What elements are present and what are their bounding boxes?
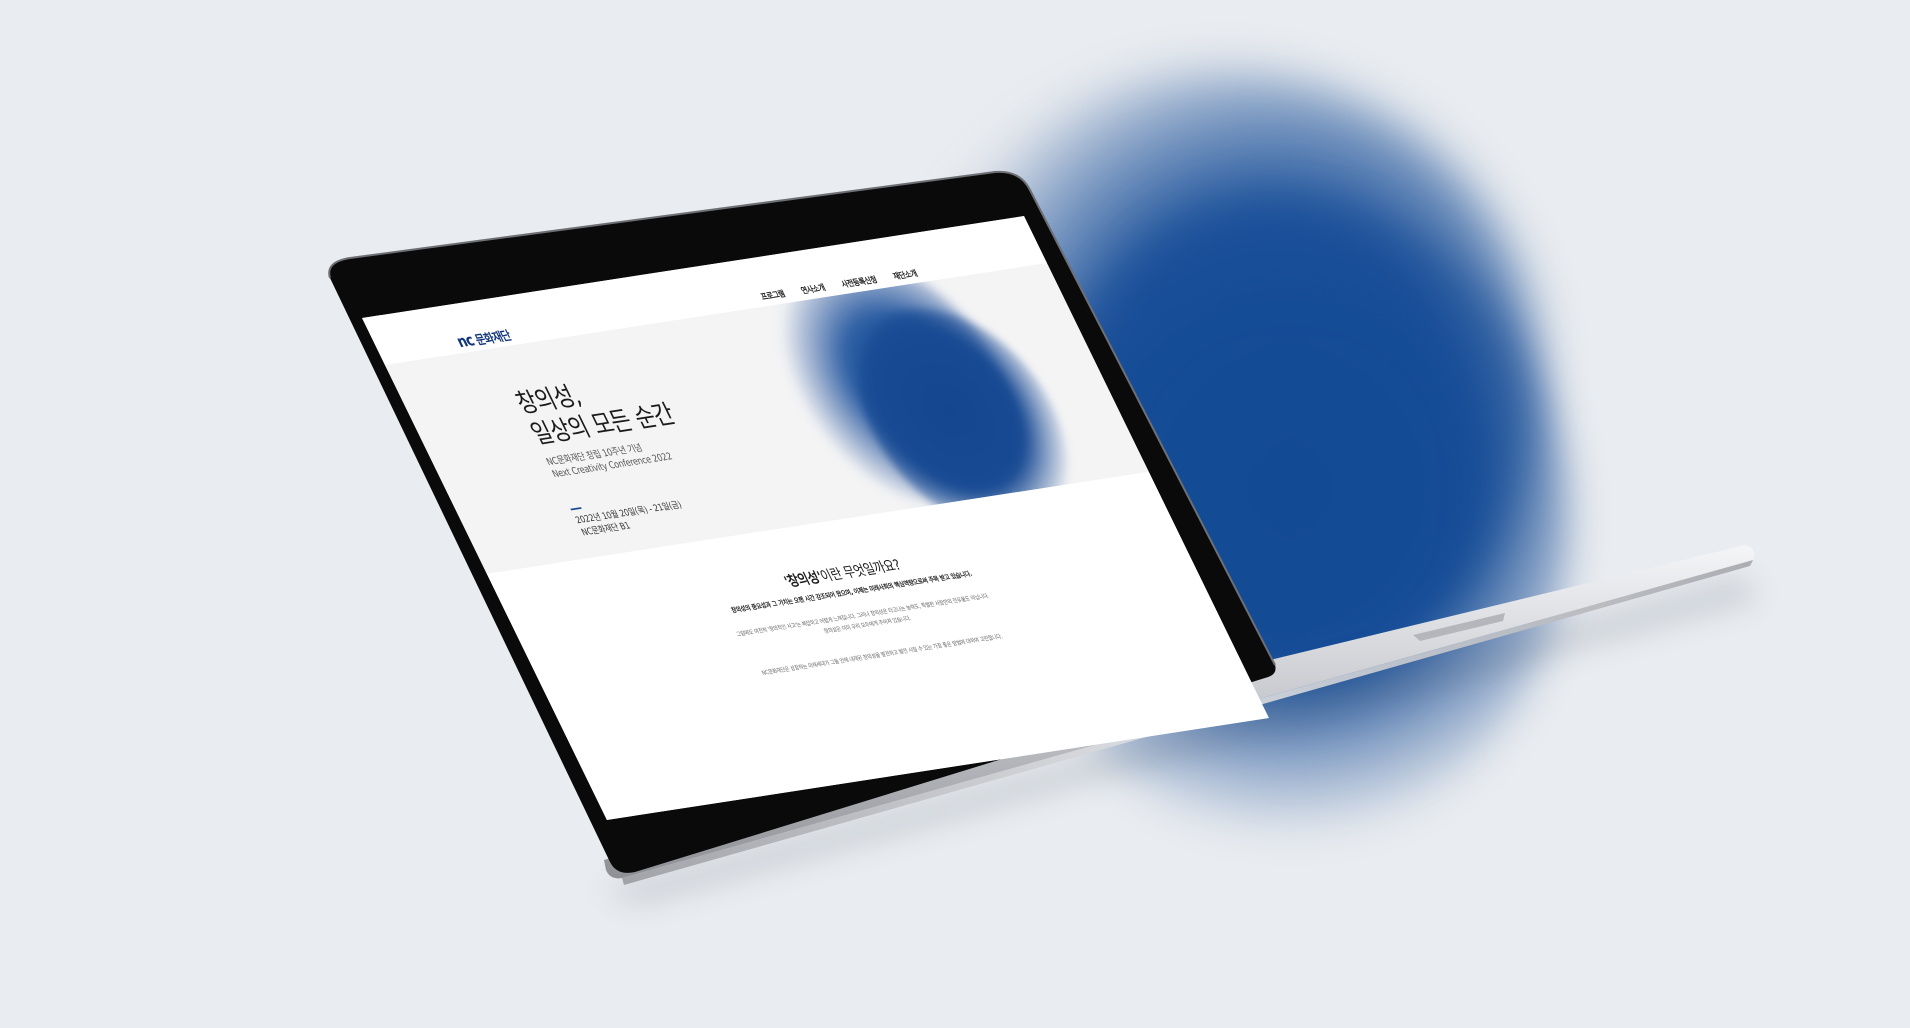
event-info: 2022년 10월 20일(목) - 21일(금) NC문화재단 B1: [573, 498, 690, 538]
nc-logo-text: 문화재단: [472, 327, 514, 348]
nav-item-speakers[interactable]: 연사소개: [798, 280, 827, 296]
hero-accent-bar: [570, 507, 582, 511]
nav-item-program[interactable]: 프로그램: [758, 287, 786, 302]
nav-item-registration[interactable]: 사전등록신청: [838, 272, 879, 290]
nav-item-foundation[interactable]: 재단소개: [890, 266, 919, 281]
